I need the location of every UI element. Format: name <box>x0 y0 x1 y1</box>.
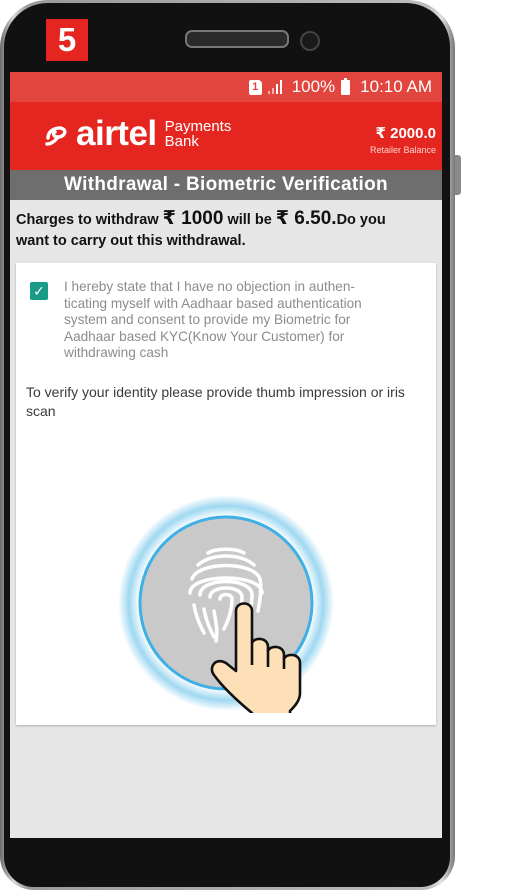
charges-message: Charges to withdraw ₹ 1000 will be ₹ 6.5… <box>16 208 438 252</box>
verify-instructions: To verify your identity please provide t… <box>26 384 405 419</box>
consent-line: system and consent to provide my Biometr… <box>64 312 351 327</box>
page-title: Withdrawal - Biometric Verification <box>10 170 442 200</box>
biometric-card: ✓ I hereby state that I have no objectio… <box>16 263 436 729</box>
clock: 10:10 AM <box>360 77 432 96</box>
consent-checkbox[interactable]: ✓ <box>30 282 48 300</box>
app-header: airtel Payments Bank ₹ 2000.0 Retailer B… <box>10 102 442 170</box>
sim-card-icon: 1 <box>248 79 262 95</box>
charges-question-start: Do you <box>336 212 386 228</box>
airtel-swirl-icon <box>45 126 67 146</box>
consent-line: I hereby state that I have no objection … <box>64 279 355 294</box>
consent-line: ticating myself with Aadhaar based authe… <box>64 295 362 311</box>
status-bar: 1 100% 10:10 AM <box>10 72 442 102</box>
airtel-payments-bank-logo[interactable]: airtel Payments Bank <box>44 116 231 152</box>
fingerprint-scanner[interactable] <box>116 493 336 729</box>
consent-line: withdrawing cash <box>64 345 169 360</box>
signal-icon <box>267 80 282 94</box>
charge-fee: ₹ 6.50. <box>275 208 337 229</box>
app-screen: 1 100% 10:10 AM airtel Payments Bank ₹ 2… <box>10 72 442 838</box>
brand-name: airtel <box>76 114 157 153</box>
consent-text: I hereby state that I have no objection … <box>64 279 414 362</box>
consent-line: Aadhaar based KYC(Know Your Customer) fo… <box>64 328 345 344</box>
front-camera <box>300 31 320 51</box>
brand-subtitle: Payments Bank <box>165 119 232 149</box>
brand-subtitle-line1: Payments <box>164 118 232 135</box>
withdraw-amount: ₹ 1000 <box>162 208 224 229</box>
charges-question-end: want to carry out this withdrawal. <box>16 233 246 249</box>
brand-subtitle-line2: Bank <box>164 133 199 150</box>
balance-label: Retailer Balance <box>369 145 436 155</box>
power-button <box>455 155 461 195</box>
fingerprint-touch-icon <box>118 495 334 729</box>
bottom-bezel <box>10 838 442 886</box>
charges-prefix: Charges to withdraw <box>16 212 163 228</box>
battery-icon <box>341 77 351 95</box>
charges-middle: will be <box>223 212 276 228</box>
earpiece-speaker <box>185 30 289 48</box>
step-badge: 5 <box>46 19 88 61</box>
battery-percent: 100% <box>291 77 336 96</box>
retailer-balance: ₹ 2000.0 Retailer Balance <box>370 124 436 155</box>
balance-amount: ₹ 2000.0 <box>375 125 436 142</box>
